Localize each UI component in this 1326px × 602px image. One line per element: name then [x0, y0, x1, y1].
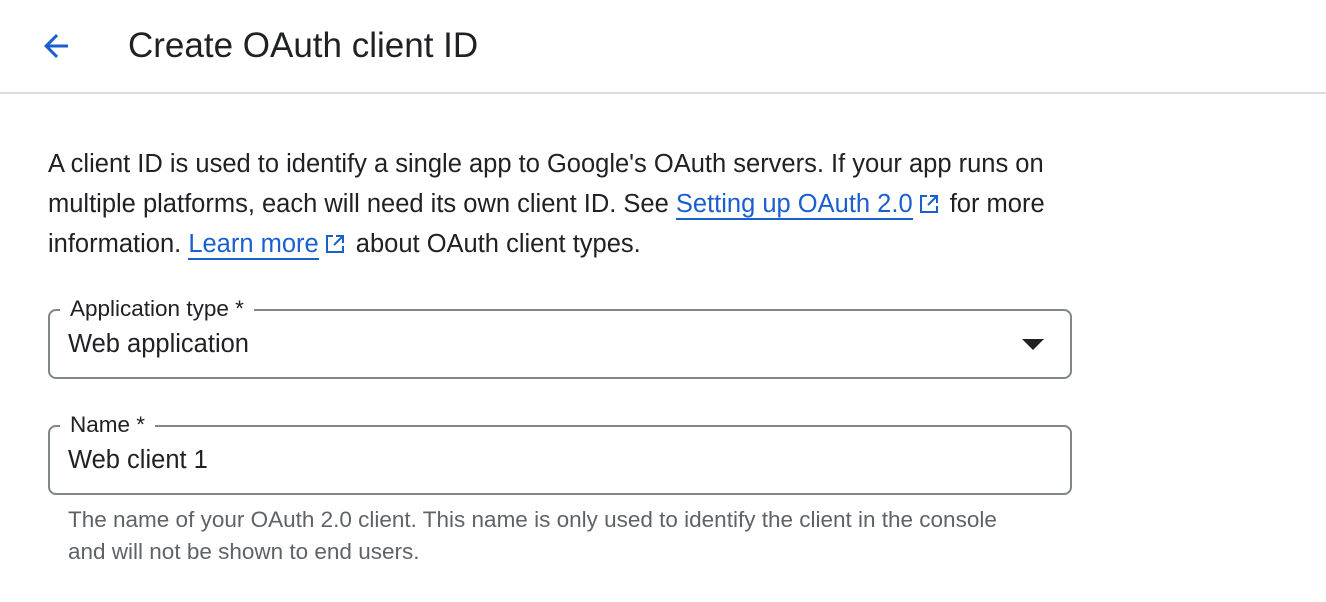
application-type-select[interactable]: Application type * Web application — [48, 294, 1072, 379]
page-header: Create OAuth client ID — [0, 0, 1326, 94]
application-type-value[interactable]: Web application — [68, 328, 249, 360]
arrow-back-icon — [44, 34, 68, 58]
application-type-label: Application type * — [60, 294, 254, 324]
setting-up-oauth-link[interactable]: Setting up OAuth 2.0 — [675, 190, 913, 220]
page-title: Create OAuth client ID — [128, 26, 479, 65]
open-in-new-icon[interactable] — [325, 234, 345, 254]
dropdown-arrow-icon[interactable] — [1022, 339, 1044, 350]
learn-more-link[interactable]: Learn more — [188, 230, 319, 260]
intro-text-3: about OAuth client types. — [348, 230, 641, 258]
intro-paragraph: A client ID is used to identify a single… — [48, 144, 1088, 264]
name-input[interactable] — [68, 444, 1028, 476]
name-helper-text: The name of your OAuth 2.0 client. This … — [68, 507, 997, 564]
back-button[interactable] — [30, 20, 82, 72]
open-in-new-icon[interactable] — [919, 194, 939, 214]
name-label: Name * — [60, 410, 156, 440]
name-field-container: Name * — [48, 410, 1072, 495]
